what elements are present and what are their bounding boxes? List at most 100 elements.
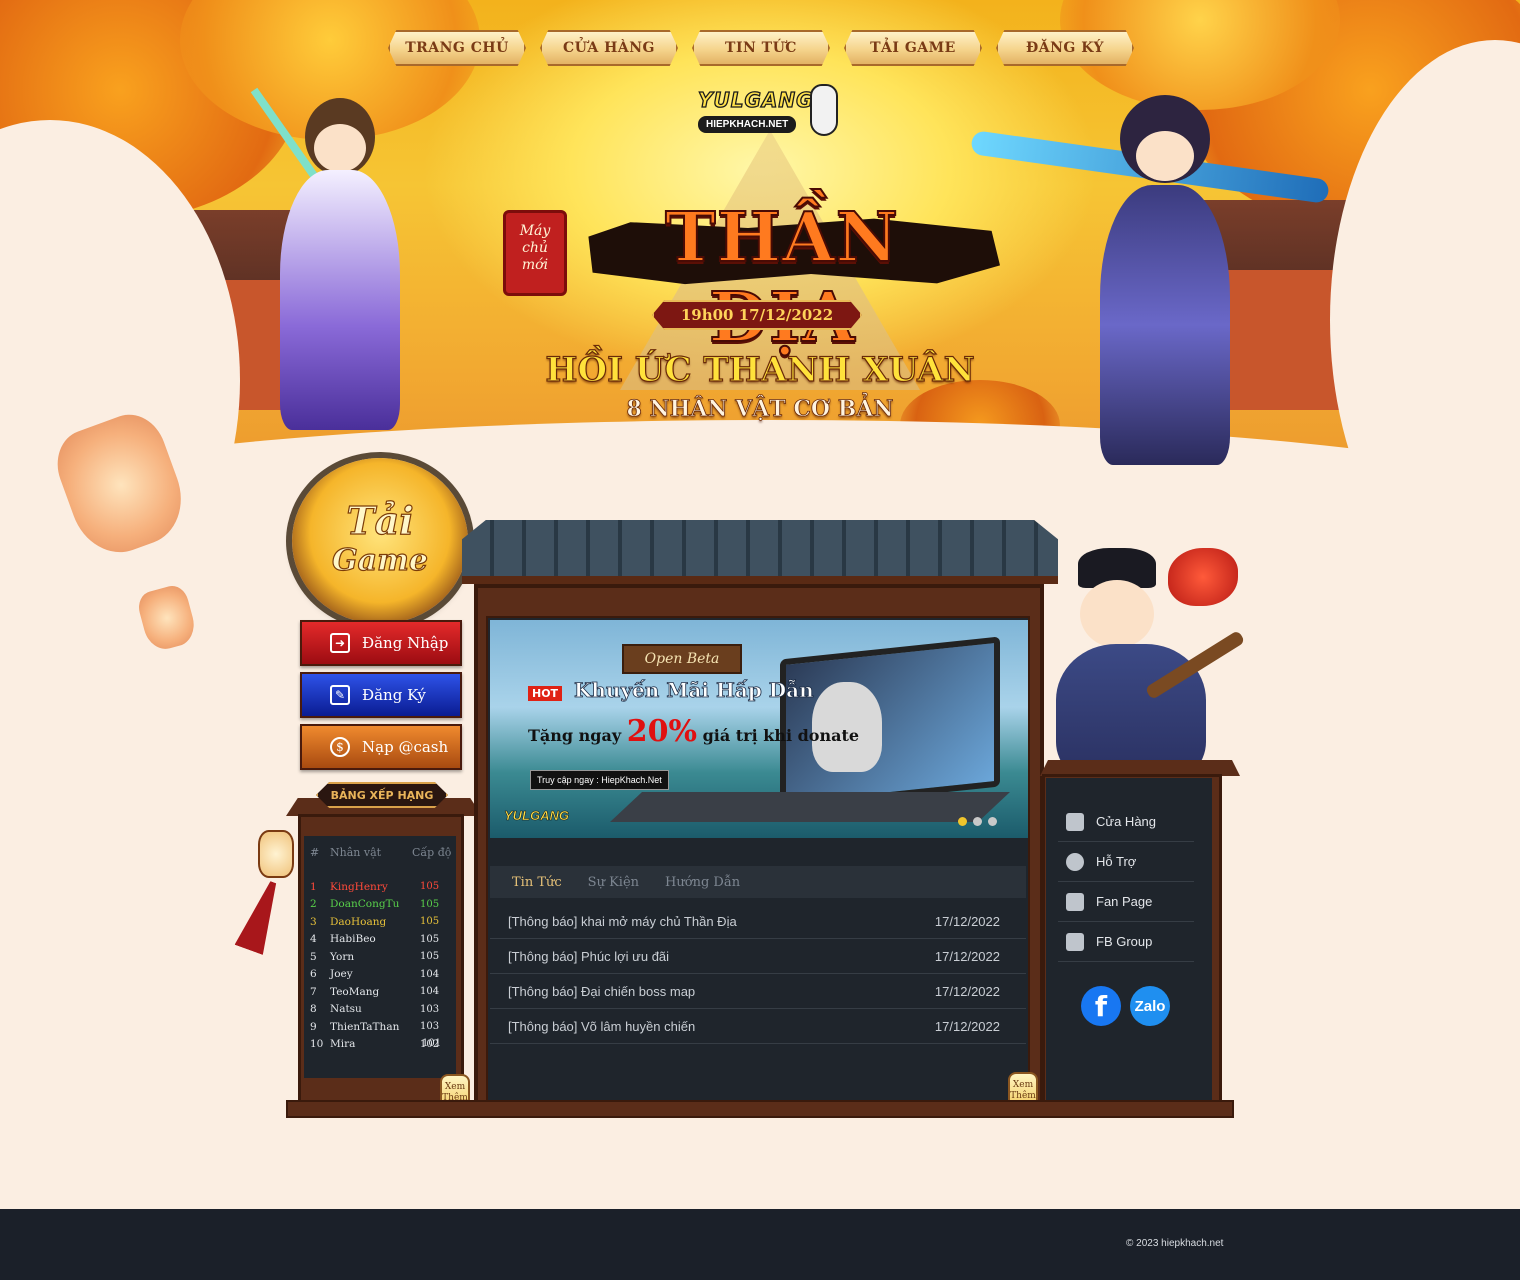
stamp-line: chủ — [522, 240, 548, 256]
topup-button[interactable]: $ Nạp @cash — [300, 724, 462, 770]
topup-label: Nạp @cash — [362, 738, 449, 756]
rank-number: 4 — [310, 933, 317, 946]
nav-register[interactable]: ĐĂNG KÝ — [996, 30, 1134, 66]
player-name: Joey — [330, 968, 353, 981]
slider-dot[interactable] — [988, 817, 997, 826]
news-date: 17/12/2022 — [934, 983, 1000, 999]
news-item[interactable]: [Thông báo] Phúc lợi ưu đãi 17/12/2022 — [490, 939, 1026, 974]
quick-link[interactable]: Cửa Hàng — [1058, 802, 1194, 842]
slider-dot[interactable] — [973, 817, 982, 826]
player-name: Natsu — [330, 1003, 362, 1016]
rank-number: 3 — [310, 915, 317, 928]
facebook-square-icon — [1066, 892, 1084, 911]
nav-home[interactable]: TRANG CHỦ — [388, 30, 526, 66]
player-level: 105 — [420, 898, 440, 910]
open-beta-sign: Open Beta — [622, 644, 742, 674]
news-item[interactable]: [Thông báo] Võ lâm huyền chiến 17/12/2022 — [490, 1009, 1026, 1044]
copyright: © 2023 hiepkhach.net — [1126, 1238, 1224, 1249]
quick-link-label: Hỗ Trợ — [1096, 854, 1137, 869]
player-level: 105 — [420, 916, 440, 928]
zalo-icon[interactable]: Zalo — [1130, 986, 1170, 1026]
hot-badge: HOT — [528, 686, 563, 701]
news-title: [Thông báo] khai mở máy chủ Thần Địa — [508, 913, 737, 929]
player-name: HabiBeo — [330, 933, 376, 946]
facebook-icon[interactable]: f — [1081, 986, 1121, 1026]
money-bag-icon: $ — [330, 737, 350, 757]
laptop-base — [610, 792, 1010, 822]
promo-banner[interactable]: Open Beta HOT Khuyến Mãi Hấp Dẫn Tặng ng… — [490, 620, 1028, 838]
ranking-title: BẢNG XẾP HẠNG — [316, 782, 448, 808]
group-icon — [1066, 932, 1084, 951]
player-level: 104 — [420, 968, 440, 980]
tab-events[interactable]: Sự Kiện — [588, 875, 639, 890]
tab-news[interactable]: Tin Tức — [512, 875, 562, 890]
player-level: 105 — [420, 933, 440, 945]
hanging-lantern — [258, 830, 294, 878]
main-nav: TRANG CHỦ CỬA HÀNG TIN TỨC TẢI GAME ĐĂNG… — [388, 30, 1134, 66]
player-level: 103 — [420, 1003, 440, 1015]
promo-title: Khuyến Mãi Hấp Dẫn — [574, 678, 814, 703]
player-level: 104 — [420, 986, 440, 998]
download-label-2: Game — [331, 542, 428, 578]
support-icon — [1066, 852, 1084, 871]
rank-number: 2 — [310, 898, 317, 911]
promo-sub-pre: Tặng ngay — [528, 726, 622, 745]
rank-number: 9 — [310, 1020, 317, 1033]
player-name: ThienTaThan — [330, 1020, 400, 1033]
main-roof — [462, 520, 1058, 584]
rank-number: 5 — [310, 950, 317, 963]
quick-link-label: Cửa Hàng — [1096, 814, 1157, 829]
ranking-row: 2 DoanCongTu 105 — [310, 896, 452, 914]
register-button[interactable]: ✎ Đăng Ký — [300, 672, 462, 718]
ranking-row: 8 Natsu 103 — [310, 1001, 452, 1019]
news-item[interactable]: [Thông báo] Đại chiến boss map 17/12/2022 — [490, 974, 1026, 1009]
slider-dot[interactable] — [958, 817, 967, 826]
character-right — [970, 95, 1330, 475]
site-logo[interactable]: YULGANG HIEPKHACH.NET — [697, 82, 838, 142]
quick-link[interactable]: Hỗ Trợ — [1058, 842, 1194, 882]
news-title: [Thông báo] Đại chiến boss map — [508, 983, 696, 999]
register-label: Đăng Ký — [362, 686, 426, 704]
ranking-row: 1 KingHenry 105 — [310, 878, 452, 896]
rank-number: 6 — [310, 968, 317, 981]
promo-percent: 20% — [626, 714, 697, 749]
name-col-header: Nhân vật — [330, 846, 382, 859]
player-name: DoanCongTu — [330, 898, 400, 911]
news-date: 17/12/2022 — [934, 948, 1000, 964]
player-level: 105 — [420, 951, 440, 963]
stamp-line: Máy — [519, 223, 551, 239]
news-date: 17/12/2022 — [934, 913, 1000, 929]
ranking-list: 1 KingHenry 105 2 DoanCongTu 105 3 DaoHoang 105 4… — [310, 878, 452, 1053]
nav-shop[interactable]: CỬA HÀNG — [540, 30, 678, 66]
event-title: THẦN ĐỊA — [664, 197, 899, 359]
promo-subtitle: Tặng ngay 20% giá trị khi donate — [528, 714, 859, 749]
store-icon — [1066, 812, 1084, 831]
player-name: Mira — [330, 1038, 356, 1051]
lantern-tassel — [235, 877, 288, 955]
ranking-row: 9 ThienTaThan 103 — [310, 1018, 452, 1036]
quick-link-label: Fan Page — [1096, 894, 1153, 909]
nav-news[interactable]: TIN TỨC — [692, 30, 830, 66]
edit-icon: ✎ — [330, 685, 350, 705]
news-date: 17/12/2022 — [934, 1018, 1000, 1034]
player-name: TeoMang — [330, 985, 380, 998]
login-label: Đăng Nhập — [362, 634, 449, 652]
logo-domain: HIEPKHACH.NET — [698, 116, 797, 133]
player-name: Yorn — [330, 950, 355, 963]
rank-number: 7 — [310, 985, 317, 998]
ranking-row: 7 TeoMang 104 — [310, 983, 452, 1001]
news-list: [Thông báo] khai mở máy chủ Thần Địa 17/1… — [490, 904, 1026, 1044]
rank-number: 8 — [310, 1003, 317, 1016]
news-title: [Thông báo] Phúc lợi ưu đãi — [508, 948, 670, 964]
nav-download[interactable]: TẢI GAME — [844, 30, 982, 66]
event-date: 19h00 17/12/2022 — [652, 300, 862, 330]
news-item[interactable]: [Thông báo] khai mở máy chủ Thần Địa 17/1… — [490, 904, 1026, 939]
tab-guides[interactable]: Hướng Dẫn — [665, 875, 740, 890]
quick-links: Cửa Hàng Hỗ Trợ Fan Page FB Group — [1058, 802, 1194, 962]
stamp-line: mới — [521, 257, 549, 273]
mascot-icon — [810, 84, 838, 136]
quick-link[interactable]: Fan Page — [1058, 882, 1194, 922]
login-button[interactable]: ➜ Đăng Nhập — [300, 620, 462, 666]
quick-link[interactable]: FB Group — [1058, 922, 1194, 962]
download-game-button[interactable]: Tải Game — [292, 458, 468, 624]
